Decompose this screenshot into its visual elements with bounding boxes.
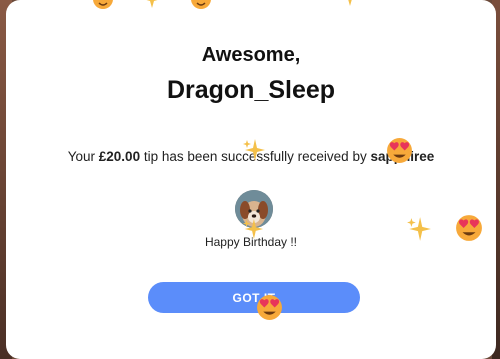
sparkles-icon bbox=[243, 139, 265, 161]
heart-eyes-emoji-icon bbox=[257, 295, 282, 320]
tip-amount: £20.00 bbox=[98, 149, 141, 164]
sparkles-icon bbox=[146, 0, 158, 8]
heart-eyes-emoji-icon bbox=[387, 138, 412, 163]
sparkles-icon bbox=[348, 0, 352, 6]
heart-eyes-emoji-icon bbox=[93, 0, 113, 9]
heart-eyes-emoji-icon bbox=[456, 215, 482, 241]
message-prefix: Your bbox=[67, 149, 99, 164]
heart-eyes-emoji-icon bbox=[191, 0, 211, 9]
greeting-heading: Awesome, bbox=[201, 44, 301, 66]
sparkles-icon bbox=[407, 217, 431, 241]
sparkles-icon bbox=[242, 218, 264, 240]
tip-success-modal: Awesome, Dragon_Sleep Your £20.00 tip ha… bbox=[6, 0, 496, 359]
username-heading: Dragon_Sleep bbox=[166, 76, 336, 104]
got-it-button[interactable]: GOT IT bbox=[148, 282, 360, 313]
